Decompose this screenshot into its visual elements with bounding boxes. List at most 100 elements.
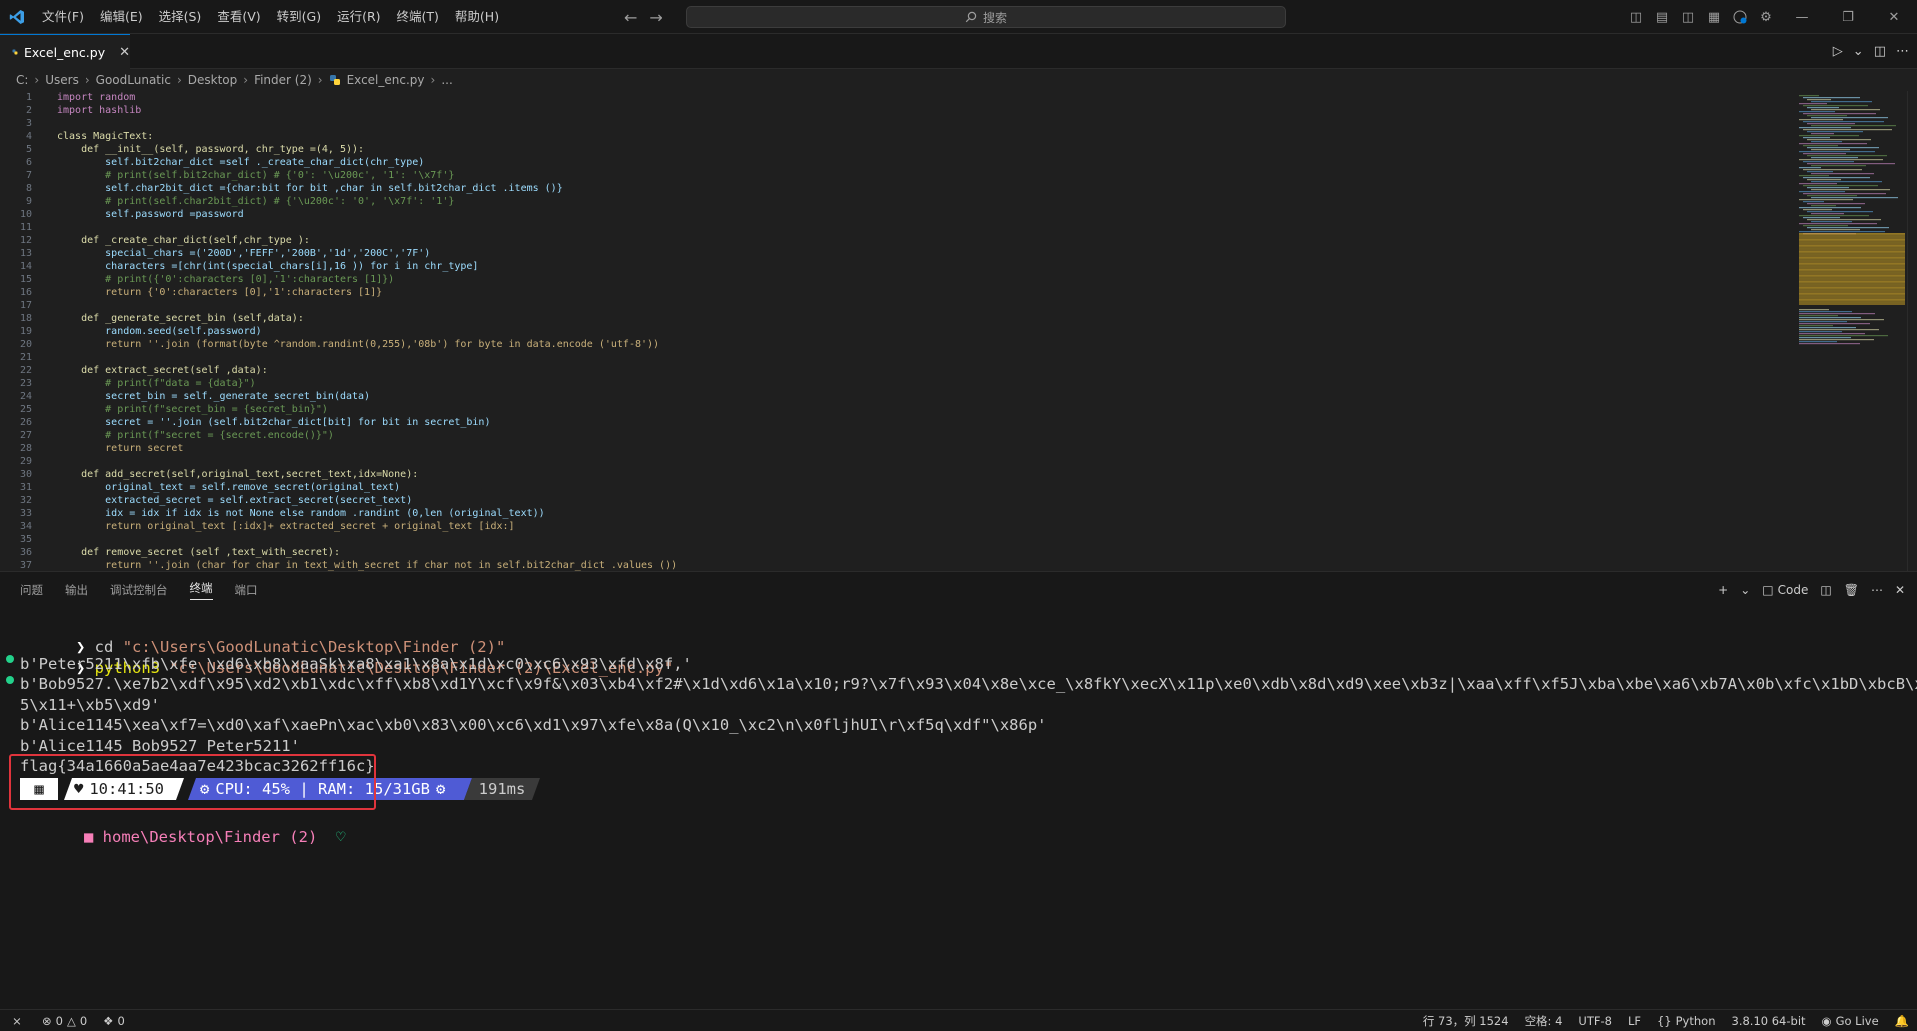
tab-problems[interactable]: 问题 <box>20 582 43 598</box>
run-python-icon[interactable]: ▷ <box>1833 44 1843 59</box>
end-of-line[interactable]: LF <box>1620 1014 1649 1028</box>
line-number: 17 <box>19 300 32 311</box>
notifications-bell-icon[interactable]: 🔔 <box>1887 1014 1917 1028</box>
line-number: 9 <box>25 196 32 207</box>
code-lines[interactable]: import random import hashlib class MagicTe… <box>57 91 677 571</box>
code-editor[interactable]: 1 2 3 4 5 6 7 8 9 10 11 12 13 14 15 16 17 18 19 20 21 22 23 24 2… <box>0 91 1917 571</box>
language-mode[interactable]: {} Python <box>1649 1014 1724 1028</box>
code-line: def _generate_secret_bin (self,data): <box>57 313 304 324</box>
cursor-position[interactable]: 行 73，列 1524 <box>1415 1013 1517 1029</box>
tab-ports[interactable]: 端口 <box>235 582 258 598</box>
new-terminal-plus-icon[interactable]: + <box>1718 583 1728 597</box>
terminal-profile-button[interactable]: □ Code <box>1762 583 1808 597</box>
code-line: import random <box>57 92 136 103</box>
encoding[interactable]: UTF-8 <box>1570 1014 1620 1028</box>
terminal-icon: □ <box>1762 583 1774 597</box>
python-interpreter[interactable]: 3.8.10 64-bit <box>1724 1014 1814 1028</box>
panel-actions: + ⌄ □ Code ◫ 🗑 ⋯ ✕ <box>1718 572 1905 608</box>
editor-scrollbar[interactable] <box>1907 91 1917 571</box>
error-count: 0 <box>55 1013 63 1028</box>
menu-run[interactable]: 运行(R) <box>329 0 388 34</box>
menu-edit[interactable]: 编辑(E) <box>92 0 151 34</box>
menu-go[interactable]: 转到(G) <box>269 0 329 34</box>
terminal-dropdown-chevron-icon[interactable]: ⌄ <box>1740 583 1750 597</box>
restore-window-icon[interactable]: ❐ <box>1825 0 1871 34</box>
breadcrumb-item[interactable]: Excel_enc.py <box>347 73 425 87</box>
title-bar: 文件(F) 编辑(E) 选择(S) 查看(V) 转到(G) 运行(R) 终端(T… <box>0 0 1917 34</box>
back-arrow-icon[interactable]: ← <box>624 8 637 27</box>
settings-gear-icon[interactable]: ⚙ <box>1753 0 1779 34</box>
minimize-window-icon[interactable]: — <box>1779 0 1825 34</box>
close-tab-icon[interactable]: ✕ <box>119 45 130 60</box>
run-dropdown-chevron-icon[interactable]: ⌄ <box>1853 44 1864 59</box>
split-terminal-icon[interactable]: ◫ <box>1820 583 1831 597</box>
braces-icon: {} <box>1656 1014 1672 1028</box>
code-line: extracted_secret = self.extract_secret(s… <box>57 495 413 506</box>
toggle-secondary-sidebar-icon[interactable]: ◫ <box>1675 0 1701 34</box>
tab-excel-enc[interactable]: Excel_enc.py ✕ <box>0 34 130 69</box>
close-panel-icon[interactable]: ✕ <box>1895 583 1905 597</box>
code-line: # print(f"data = {data}") <box>57 378 256 389</box>
go-live-label: Go Live <box>1835 1014 1879 1028</box>
command-success-dot-icon[interactable] <box>6 676 14 684</box>
kill-terminal-trash-icon[interactable]: 🗑 <box>1844 583 1859 597</box>
more-actions-icon[interactable]: ⋯ <box>1896 44 1909 59</box>
vscode-logo-icon <box>0 0 34 34</box>
menu-selection[interactable]: 选择(S) <box>151 0 210 34</box>
broadcast-icon: ◉ <box>1821 1014 1832 1028</box>
line-number: 35 <box>19 534 32 545</box>
breadcrumb-item[interactable]: C: <box>16 73 28 87</box>
breadcrumb-item[interactable]: GoodLunatic <box>96 73 171 87</box>
line-number: 37 <box>19 560 32 571</box>
line-number: 23 <box>19 378 32 389</box>
code-line: secret = ''.join (self.bit2char_dict[bit… <box>57 417 491 428</box>
toggle-panel-icon[interactable]: ▤ <box>1649 0 1675 34</box>
problems-indicator[interactable]: ⊗ 0 △ 0 <box>34 1014 95 1028</box>
menu-file[interactable]: 文件(F) <box>34 0 92 34</box>
menu-view[interactable]: 查看(V) <box>209 0 268 34</box>
folder-icon: ■ <box>84 828 103 846</box>
code-line: secret_bin = self._generate_secret_bin(d… <box>57 391 371 402</box>
prompt-duration-segment: 191ms <box>464 778 540 800</box>
toggle-primary-sidebar-icon[interactable]: ◫ <box>1623 0 1649 34</box>
indentation[interactable]: 空格: 4 <box>1517 1013 1571 1029</box>
code-line: self.char2bit_dict ={char:bit for bit ,c… <box>57 183 563 194</box>
python-file-icon <box>329 75 340 85</box>
tab-terminal[interactable]: 终端 <box>189 580 213 600</box>
minimap[interactable] <box>1797 91 1907 571</box>
terminal-output[interactable]: ❯ cd "c:\Users\GoodLunatic\Desktop\Finde… <box>0 610 1917 1010</box>
error-icon: ⊗ <box>42 1013 52 1028</box>
ports-indicator[interactable]: ❖ 0 <box>95 1014 133 1028</box>
split-editor-icon[interactable]: ◫ <box>1874 44 1886 59</box>
breadcrumb-item[interactable]: Desktop <box>188 73 238 87</box>
line-number: 19 <box>19 326 32 337</box>
customize-layout-icon[interactable]: ▦ <box>1701 0 1727 34</box>
forward-arrow-icon[interactable]: → <box>649 8 662 27</box>
breadcrumb-item[interactable]: Users <box>45 73 79 87</box>
tab-output[interactable]: 输出 <box>65 582 88 598</box>
line-number: 33 <box>19 508 32 519</box>
ports-antenna-icon: ❖ <box>103 1013 114 1028</box>
line-number: 20 <box>19 339 32 350</box>
line-number: 32 <box>19 495 32 506</box>
code-line: return secret <box>57 443 184 454</box>
menu-terminal[interactable]: 终端(T) <box>389 0 447 34</box>
command-success-dot-icon[interactable] <box>6 655 14 663</box>
more-actions-icon[interactable]: ⋯ <box>1871 583 1883 597</box>
close-window-icon[interactable]: ✕ <box>1871 0 1917 34</box>
menu-help[interactable]: 帮助(H) <box>447 0 507 34</box>
accounts-icon[interactable] <box>1727 0 1753 34</box>
tab-debug-console[interactable]: 调试控制台 <box>110 582 168 598</box>
breadcrumb-item[interactable]: Finder (2) <box>254 73 312 87</box>
code-line: self.password =password <box>57 209 244 220</box>
remote-indicator-icon[interactable]: ⨯ <box>0 1010 34 1031</box>
command-center-search[interactable]: 搜索 <box>686 6 1286 28</box>
code-line: # print(self.char2bit_dict) # {'\u200c':… <box>57 196 455 207</box>
line-number: 1 <box>25 92 32 103</box>
breadcrumb-item[interactable]: ... <box>441 73 452 87</box>
go-live-button[interactable]: ◉ Go Live <box>1814 1014 1887 1028</box>
